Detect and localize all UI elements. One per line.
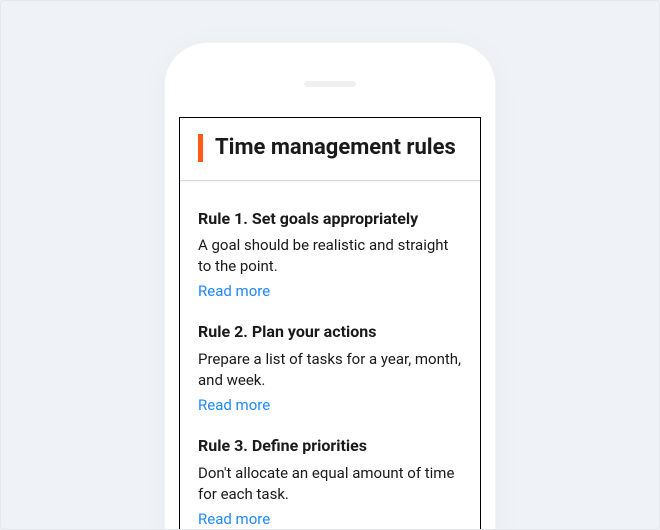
- rule-description: A goal should be realistic and straight …: [198, 235, 462, 277]
- list-item: Rule 2. Plan your actions Prepare a list…: [198, 300, 462, 414]
- list-item: Rule 1. Set goals appropriately A goal s…: [198, 187, 462, 301]
- rule-description: Don't allocate an equal amount of time f…: [198, 463, 462, 505]
- read-more-link[interactable]: Read more: [198, 510, 270, 528]
- list-item: Rule 3. Define priorities Don't allocate…: [198, 414, 462, 528]
- app-screen: Time management rules Rule 1. Set goals …: [179, 117, 481, 530]
- rule-title: Rule 2. Plan your actions: [198, 322, 462, 343]
- rule-title: Rule 3. Define priorities: [198, 436, 462, 457]
- phone-frame: Time management rules Rule 1. Set goals …: [165, 43, 495, 530]
- read-more-link[interactable]: Read more: [198, 282, 270, 300]
- rules-list: Rule 1. Set goals appropriately A goal s…: [180, 181, 480, 530]
- accent-bar-icon: [198, 134, 203, 162]
- rule-description: Prepare a list of tasks for a year, mont…: [198, 349, 462, 391]
- rule-title: Rule 1. Set goals appropriately: [198, 209, 462, 230]
- page-title: Time management rules: [215, 134, 456, 162]
- phone-speaker: [304, 81, 356, 87]
- read-more-link[interactable]: Read more: [198, 396, 270, 414]
- stage-background: Time management rules Rule 1. Set goals …: [0, 0, 660, 530]
- page-header: Time management rules: [180, 118, 480, 181]
